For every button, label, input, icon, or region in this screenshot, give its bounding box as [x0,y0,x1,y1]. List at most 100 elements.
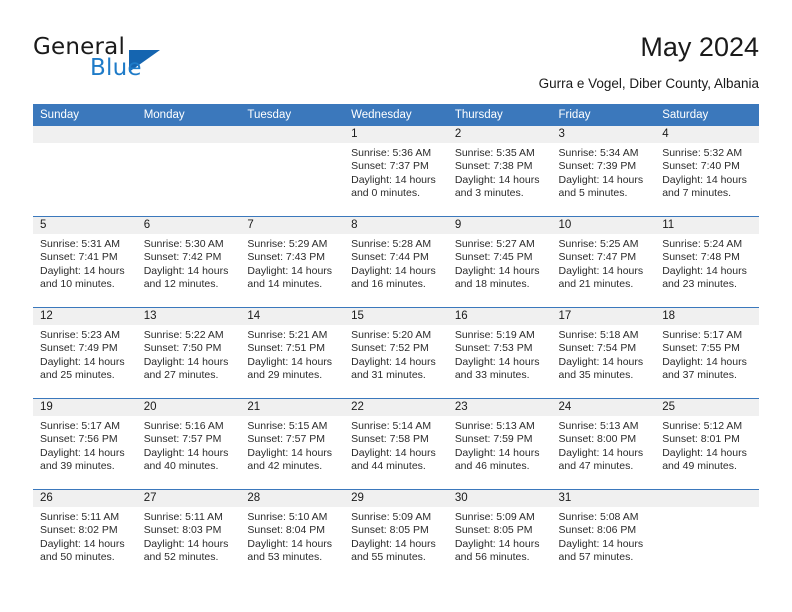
day-details: Sunrise: 5:17 AM Sunset: 7:55 PM Daylight:… [655,325,759,383]
sunrise-time: Sunrise: 5:15 AM [247,420,328,432]
day-details: Sunrise: 5:35 AM Sunset: 7:38 PM Daylight:… [448,143,552,201]
daylight-duration-line2: and 40 minutes. [143,460,219,473]
calendar-day-cell[interactable]: 14 Sunrise: 5:21 AM Sunset: 7:51 PM Dayligh… [240,307,345,399]
calendar-header-row: Sunday Monday Tuesday Wednesday Thursday Frid… [33,104,759,126]
calendar-day-cell[interactable]: 21 Sunrise: 5:15 AM Sunset: 7:57 PM Dayligh… [240,398,345,490]
day-number: 10 [551,217,656,234]
daylight-duration-line1: Daylight: 14 hours [247,446,333,459]
sunset-time: Sunset: 7:53 PM [454,342,533,355]
calendar-day-cell[interactable]: 23 Sunrise: 5:13 AM Sunset: 7:59 PM Dayligh… [447,398,552,490]
calendar-day-cell[interactable]: 24 Sunrise: 5:13 AM Sunset: 8:00 PM Dayligh… [551,398,656,490]
calendar-day-cell[interactable]: 18 Sunrise: 5:17 AM Sunset: 7:55 PM Dayligh… [655,307,759,399]
daylight-duration-line2: and 29 minutes. [247,369,323,382]
daylight-duration-line1: Daylight: 14 hours [558,173,644,186]
daylight-duration-line2: and 10 minutes. [40,278,115,291]
day-details: Sunrise: 5:09 AM Sunset: 8:05 PM Daylight:… [448,507,552,565]
calendar-day-cell-empty [136,126,241,217]
calendar-day-cell[interactable]: 31 Sunrise: 5:08 AM Sunset: 8:06 PM Dayligh… [551,489,656,580]
day-number: 23 [447,399,552,416]
day-details: Sunrise: 5:28 AM Sunset: 7:44 PM Daylight:… [344,234,448,292]
calendar-day-cell[interactable]: 27 Sunrise: 5:11 AM Sunset: 8:03 PM Dayligh… [136,489,241,580]
calendar-day-cell[interactable]: 25 Sunrise: 5:12 AM Sunset: 8:01 PM Dayligh… [655,398,759,490]
daylight-duration-line2: and 0 minutes. [351,187,420,200]
day-number: 12 [33,308,137,325]
daylight-duration-line1: Daylight: 14 hours [143,355,229,368]
daylight-duration-line1: Daylight: 14 hours [454,173,540,186]
day-number: 2 [447,126,552,143]
calendar-day-cell[interactable]: 8 Sunrise: 5:28 AM Sunset: 7:44 PM Daylight… [344,216,448,308]
calendar-day-cell[interactable]: 5 Sunrise: 5:31 AM Sunset: 7:41 PM Daylight… [33,216,137,308]
sunrise-time: Sunrise: 5:12 AM [662,420,743,432]
sunset-time: Sunset: 7:42 PM [143,251,222,264]
calendar-day-cell[interactable]: 20 Sunrise: 5:16 AM Sunset: 7:57 PM Dayligh… [136,398,241,490]
day-details: Sunrise: 5:09 AM Sunset: 8:05 PM Daylight:… [344,507,448,565]
calendar-day-cell[interactable]: 19 Sunrise: 5:17 AM Sunset: 7:56 PM Dayligh… [33,398,137,490]
calendar-day-cell[interactable]: 28 Sunrise: 5:10 AM Sunset: 8:04 PM Dayligh… [240,489,345,580]
daylight-duration-line2: and 12 minutes. [143,278,219,291]
calendar-day-cell[interactable]: 6 Sunrise: 5:30 AM Sunset: 7:42 PM Daylight… [136,216,241,308]
sunset-time: Sunset: 7:58 PM [351,433,429,446]
daylight-duration-line1: Daylight: 14 hours [351,537,436,550]
day-number: 8 [344,217,448,234]
calendar-week-row: 19 Sunrise: 5:17 AM Sunset: 7:56 PM Dayligh… [33,398,759,490]
day-details: Sunrise: 5:11 AM Sunset: 8:02 PM Daylight:… [33,507,137,565]
calendar-day-cell[interactable]: 11 Sunrise: 5:24 AM Sunset: 7:48 PM Dayligh… [655,216,759,308]
sunset-time: Sunset: 7:50 PM [143,342,222,355]
day-details: Sunrise: 5:17 AM Sunset: 7:56 PM Daylight:… [33,416,137,474]
daylight-duration-line2: and 52 minutes. [143,551,219,564]
calendar-day-cell[interactable]: 30 Sunrise: 5:09 AM Sunset: 8:05 PM Dayligh… [447,489,552,580]
calendar-day-cell[interactable]: 15 Sunrise: 5:20 AM Sunset: 7:52 PM Dayligh… [344,307,448,399]
sunrise-time: Sunrise: 5:30 AM [143,238,224,250]
weekday-header-thursday: Thursday [447,104,552,126]
calendar-day-cell-empty [33,126,137,217]
daylight-duration-line1: Daylight: 14 hours [40,355,125,368]
weekday-header-saturday: Saturday [655,104,759,126]
sunset-time: Sunset: 8:03 PM [143,524,222,537]
sunrise-time: Sunrise: 5:11 AM [143,511,223,523]
sunrise-time: Sunrise: 5:24 AM [662,238,743,250]
calendar-day-cell[interactable]: 3 Sunrise: 5:34 AM Sunset: 7:39 PM Daylight… [551,126,656,217]
day-number: 24 [551,399,656,416]
day-number: 18 [655,308,759,325]
daylight-duration-line1: Daylight: 14 hours [351,446,436,459]
sunrise-time: Sunrise: 5:17 AM [662,329,743,341]
calendar-day-cell[interactable]: 13 Sunrise: 5:22 AM Sunset: 7:50 PM Dayligh… [136,307,241,399]
calendar-day-cell[interactable]: 12 Sunrise: 5:23 AM Sunset: 7:49 PM Dayligh… [33,307,137,399]
calendar-day-cell[interactable]: 16 Sunrise: 5:19 AM Sunset: 7:53 PM Dayligh… [447,307,552,399]
daylight-duration-line2: and 25 minutes. [40,369,115,382]
calendar-day-cell[interactable]: 29 Sunrise: 5:09 AM Sunset: 8:05 PM Dayligh… [344,489,448,580]
day-number: 17 [551,308,656,325]
page-title: May 2024 [640,32,759,62]
calendar-day-cell[interactable]: 4 Sunrise: 5:32 AM Sunset: 7:40 PM Daylight… [655,126,759,217]
daylight-duration-line1: Daylight: 14 hours [143,264,229,277]
day-number: 15 [344,308,448,325]
calendar-day-cell[interactable]: 1 Sunrise: 5:36 AM Sunset: 7:37 PM Daylight… [344,126,448,217]
daylight-duration-line1: Daylight: 14 hours [454,446,540,459]
calendar-day-cell[interactable]: 2 Sunrise: 5:35 AM Sunset: 7:38 PM Daylight… [447,126,552,217]
calendar-day-cell[interactable]: 22 Sunrise: 5:14 AM Sunset: 7:58 PM Dayligh… [344,398,448,490]
calendar-day-cell[interactable]: 7 Sunrise: 5:29 AM Sunset: 7:43 PM Daylight… [240,216,345,308]
sunrise-time: Sunrise: 5:19 AM [454,329,535,341]
sunset-time: Sunset: 8:05 PM [351,524,429,537]
calendar-day-cell[interactable]: 9 Sunrise: 5:27 AM Sunset: 7:45 PM Daylight… [447,216,552,308]
sunset-time: Sunset: 7:38 PM [454,160,533,173]
general-blue-logo: General Blue [33,36,263,88]
day-number: 6 [136,217,241,234]
sunset-time: Sunset: 8:05 PM [454,524,533,537]
daylight-duration-line1: Daylight: 14 hours [558,537,644,550]
daylight-duration-line2: and 46 minutes. [454,460,530,473]
sunrise-time: Sunrise: 5:31 AM [40,238,120,250]
day-number: 13 [136,308,241,325]
daylight-duration-line2: and 50 minutes. [40,551,115,564]
sunrise-time: Sunrise: 5:11 AM [40,511,120,523]
sunset-time: Sunset: 7:48 PM [662,251,740,264]
sunrise-time: Sunrise: 5:10 AM [247,511,328,523]
calendar-day-cell[interactable]: 10 Sunrise: 5:25 AM Sunset: 7:47 PM Dayligh… [551,216,656,308]
calendar-day-cell[interactable]: 26 Sunrise: 5:11 AM Sunset: 8:02 PM Dayligh… [33,489,137,580]
daylight-duration-line1: Daylight: 14 hours [454,264,540,277]
calendar-week-row: 26 Sunrise: 5:11 AM Sunset: 8:02 PM Dayligh… [33,489,759,580]
daylight-duration-line2: and 31 minutes. [351,369,426,382]
daylight-duration-line1: Daylight: 14 hours [558,355,644,368]
sunset-time: Sunset: 7:39 PM [558,160,637,173]
calendar-day-cell[interactable]: 17 Sunrise: 5:18 AM Sunset: 7:54 PM Dayligh… [551,307,656,399]
